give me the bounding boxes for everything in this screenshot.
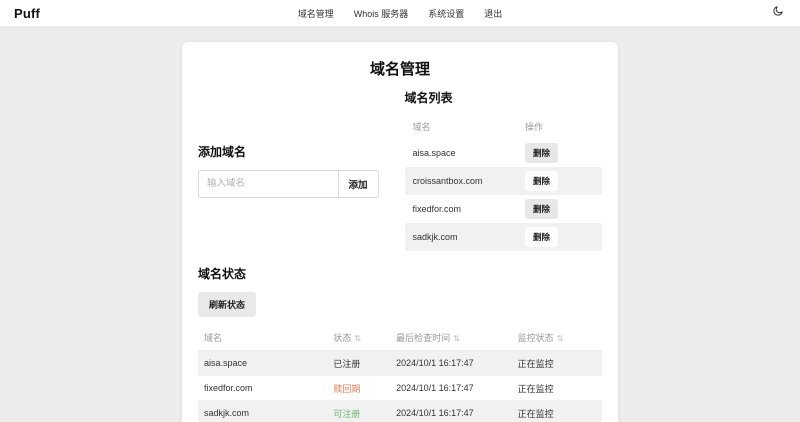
- sort-icon[interactable]: ⇅: [453, 334, 460, 343]
- checked-at-cell: 2024/10/1 16:17:47: [396, 358, 474, 368]
- monitoring-cell: 正在监控: [517, 358, 554, 369]
- top-navbar: Puff 域名管理 Whois 服务器 系统设置 退出: [0, 0, 800, 26]
- domain-cell: fixedfor.com: [412, 204, 462, 214]
- sort-icon[interactable]: ⇅: [557, 334, 564, 343]
- delete-button[interactable]: 删除: [525, 199, 559, 219]
- domain-list-row: aisa.space 删除: [405, 139, 602, 167]
- domain-status-section: 域名状态 刷新状态 域名 状态 ⇅ 最后检查时间 ⇅ 监控状态 ⇅ aisa.spac…: [198, 265, 602, 422]
- domain-list-row: sadkjk.com 删除: [404, 223, 602, 251]
- nav-item-logout[interactable]: 退出: [484, 7, 502, 20]
- status-badge: 赎回期: [333, 383, 361, 394]
- domain-list-section: 域名列表 域名 操作 aisa.space 删除 croissantbox.co…: [404, 89, 602, 251]
- add-domain-heading: 添加域名: [198, 144, 247, 159]
- status-table-header: 域名 状态 ⇅ 最后检查时间 ⇅ 监控状态 ⇅: [198, 327, 602, 351]
- page-title: 域名管理: [369, 61, 430, 78]
- theme-toggle-button[interactable]: [770, 5, 786, 21]
- column-header-monitoring: 监控状态 ⇅: [517, 333, 564, 343]
- domain-cell: sadkjk.com: [204, 408, 250, 418]
- status-badge: 可注册: [333, 408, 361, 419]
- column-header-domain: 域名: [204, 333, 223, 343]
- delete-button[interactable]: 删除: [525, 143, 559, 163]
- domain-cell: sadkjk.com: [412, 232, 458, 242]
- main-card: 域名管理 添加域名 添加 域名列表 域名 操作 aisa.space 删除: [182, 42, 618, 422]
- domain-list-row: fixedfor.com 删除: [405, 195, 602, 223]
- monitoring-cell: 正在监控: [517, 408, 554, 419]
- nav-item-system-settings[interactable]: 系统设置: [428, 7, 464, 20]
- domain-cell: croissantbox.com: [412, 176, 483, 186]
- brand-logo: Puff: [14, 5, 41, 21]
- domain-input[interactable]: [199, 170, 338, 197]
- delete-button[interactable]: 删除: [525, 171, 559, 191]
- delete-button[interactable]: 删除: [525, 227, 559, 247]
- domain-status-table: 域名 状态 ⇅ 最后检查时间 ⇅ 监控状态 ⇅ aisa.space 已注册 2024…: [198, 327, 602, 422]
- monitoring-cell: 正在监控: [517, 383, 554, 394]
- domain-list-table: 域名 操作 aisa.space 删除 croissantbox.com 删除 …: [404, 116, 602, 251]
- checked-at-cell: 2024/10/1 16:17:47: [396, 383, 474, 393]
- domain-cell: aisa.space: [412, 148, 456, 158]
- domain-list-row: croissantbox.com 删除: [404, 167, 602, 195]
- status-badge: 已注册: [333, 358, 361, 369]
- domain-cell: fixedfor.com: [204, 383, 253, 393]
- domain-list-header: 域名 操作: [405, 116, 602, 139]
- column-header-status: 状态 ⇅: [333, 333, 362, 343]
- nav-links: 域名管理 Whois 服务器 系统设置 退出: [298, 7, 503, 20]
- column-header-action: 操作: [525, 122, 544, 132]
- column-header-checked-at: 最后检查时间 ⇅: [396, 333, 460, 343]
- add-domain-button[interactable]: 添加: [337, 170, 378, 197]
- sort-icon[interactable]: ⇅: [354, 334, 361, 343]
- status-table-row: fixedfor.com 赎回期 2024/10/1 16:17:47 正在监控: [198, 376, 602, 401]
- refresh-status-button[interactable]: 刷新状态: [198, 292, 257, 317]
- nav-item-whois-server[interactable]: Whois 服务器: [354, 7, 409, 20]
- status-table-row: sadkjk.com 可注册 2024/10/1 16:17:47 正在监控: [198, 401, 602, 422]
- add-domain-section: 添加域名 添加: [198, 143, 379, 198]
- moon-icon: [772, 4, 784, 22]
- domain-list-heading: 域名列表: [404, 91, 453, 105]
- add-domain-input-group: 添加: [198, 169, 379, 198]
- checked-at-cell: 2024/10/1 16:17:47: [396, 408, 474, 418]
- domain-cell: aisa.space: [204, 358, 248, 368]
- domain-status-heading: 域名状态: [198, 267, 247, 281]
- column-header-domain: 域名: [412, 122, 431, 132]
- status-table-row: aisa.space 已注册 2024/10/1 16:17:47 正在监控: [198, 351, 602, 376]
- nav-item-domain-management[interactable]: 域名管理: [298, 7, 334, 20]
